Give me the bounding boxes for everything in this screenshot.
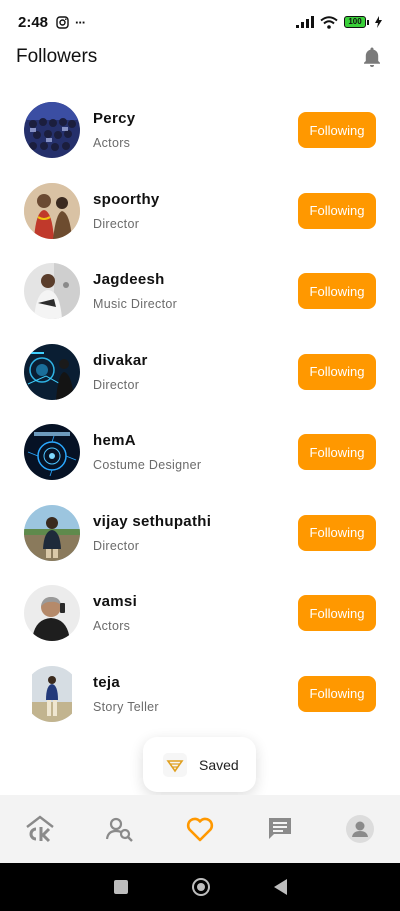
follower-role: Story Teller [93, 699, 159, 714]
avatar[interactable] [24, 182, 80, 239]
list-item[interactable]: vijay sethupathi Director Following [0, 493, 400, 574]
follower-name[interactable]: teja [93, 674, 159, 691]
following-button[interactable]: Following [298, 273, 376, 310]
status-time: 2:48 [18, 13, 49, 31]
follower-name[interactable]: Jagdeesh [93, 271, 177, 288]
ck-home-icon [26, 815, 54, 843]
charging-icon [375, 16, 382, 28]
nav-home[interactable] [15, 804, 65, 854]
avatar[interactable] [24, 343, 80, 400]
list-item[interactable]: Jagdeesh Music Director Following [0, 251, 400, 332]
system-navigation-bar [0, 863, 400, 911]
status-bar: 2:48 ··· 100 [0, 0, 400, 44]
avatar[interactable] [24, 263, 80, 320]
follower-name[interactable]: Percy [93, 110, 135, 127]
app-logo-icon [163, 752, 187, 777]
avatar[interactable] [24, 424, 80, 481]
bell-icon[interactable] [360, 45, 384, 69]
battery-level: 100 [344, 16, 366, 28]
recent-apps-icon[interactable] [113, 880, 128, 894]
followers-list: Percy Actors Following spoorthy Director… [0, 90, 400, 734]
back-icon[interactable] [273, 879, 287, 895]
person-search-icon [106, 817, 133, 842]
follower-name[interactable]: vamsi [93, 593, 137, 610]
saved-toast: Saved [143, 737, 256, 792]
following-button[interactable]: Following [298, 434, 376, 471]
follower-role: Music Director [93, 297, 178, 312]
avatar[interactable] [24, 665, 80, 722]
following-button[interactable]: Following [298, 192, 376, 229]
follower-role: Actors [93, 136, 131, 151]
follower-name[interactable]: vijay sethupathi [93, 513, 211, 530]
page-header: Followers [0, 44, 400, 70]
avatar[interactable] [24, 585, 80, 642]
following-button[interactable]: Following [298, 675, 376, 712]
nav-search-people[interactable] [95, 804, 145, 854]
nav-profile[interactable] [335, 804, 385, 854]
follower-role: Costume Designer [93, 458, 202, 473]
nav-favorites[interactable] [175, 804, 225, 854]
list-item[interactable]: divakar Director Following [0, 332, 400, 413]
list-item[interactable]: vamsi Actors Following [0, 573, 400, 654]
list-item[interactable]: teja Story Teller Following [0, 654, 400, 735]
bottom-navigation [0, 795, 400, 863]
heart-icon [186, 817, 214, 842]
profile-avatar-icon [346, 815, 374, 843]
home-icon[interactable] [191, 878, 210, 896]
follower-name[interactable]: divakar [93, 352, 148, 369]
follower-name[interactable]: hemA [93, 432, 201, 449]
page-title: Followers [16, 46, 98, 67]
follower-role: Director [93, 377, 140, 392]
following-button[interactable]: Following [298, 514, 376, 551]
avatar[interactable] [24, 504, 80, 561]
following-button[interactable]: Following [298, 595, 376, 632]
toast-message: Saved [199, 756, 239, 773]
nav-messages[interactable] [255, 804, 305, 854]
list-item[interactable]: Percy Actors Following [0, 90, 400, 171]
more-notifications-icon: ··· [75, 14, 86, 30]
following-button[interactable]: Following [298, 353, 376, 390]
chat-icon [269, 818, 291, 839]
follower-role: Actors [93, 619, 131, 634]
wifi-icon [320, 15, 338, 29]
following-button[interactable]: Following [298, 112, 376, 149]
follower-role: Director [93, 216, 140, 231]
list-item[interactable]: hemA Costume Designer Following [0, 412, 400, 493]
signal-icon [296, 16, 314, 28]
battery-icon: 100 [344, 16, 369, 28]
instagram-icon [56, 15, 69, 29]
list-item[interactable]: spoorthy Director Following [0, 171, 400, 252]
follower-name[interactable]: spoorthy [93, 191, 160, 208]
avatar[interactable] [24, 102, 80, 159]
follower-role: Director [93, 538, 140, 553]
